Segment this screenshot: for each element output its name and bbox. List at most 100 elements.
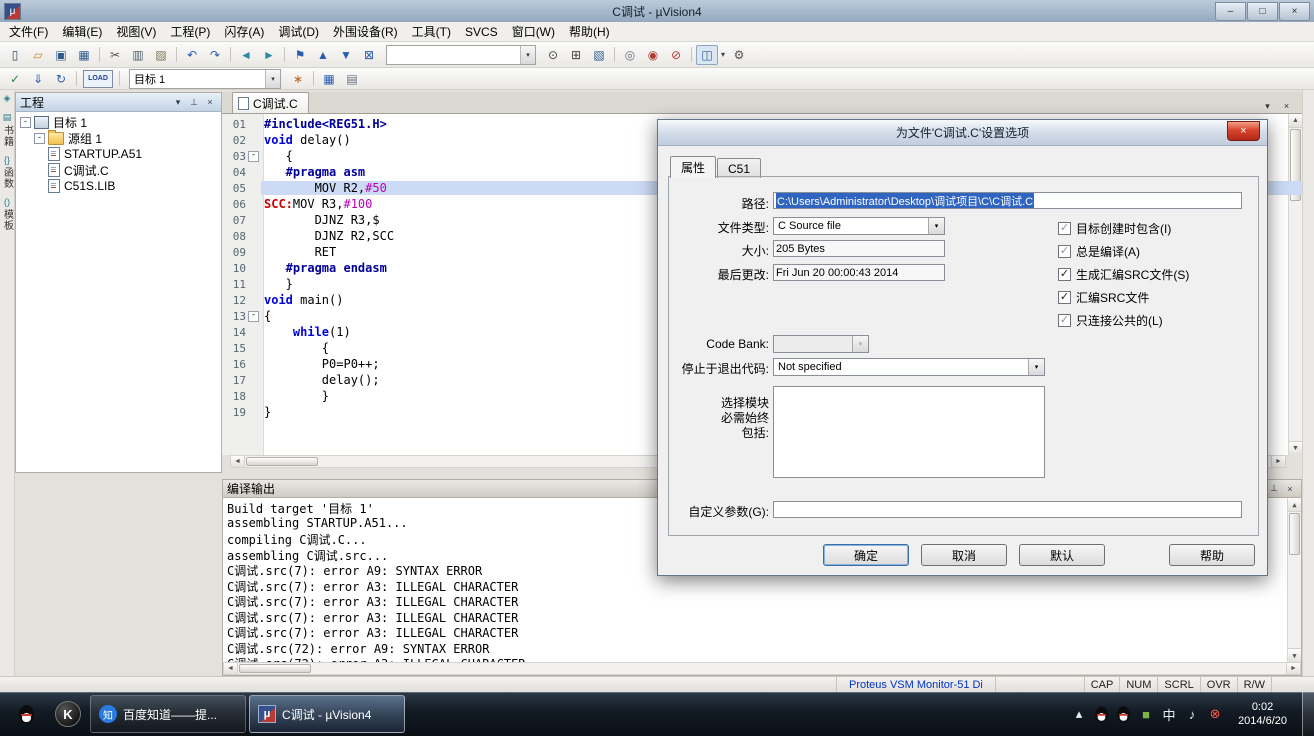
show-desktop-button[interactable] <box>1302 692 1314 736</box>
taskbar-clock[interactable]: 0:02 2014/6/20 <box>1230 700 1295 728</box>
bookmark-clear-icon[interactable]: ⊠ <box>358 45 380 65</box>
help-button[interactable]: 帮助 <box>1169 544 1255 566</box>
menu-help[interactable]: 帮助(H) <box>562 21 617 42</box>
ok-button[interactable]: 确定 <box>823 544 909 566</box>
output-vscrollbar[interactable]: ▲ ▼ <box>1287 498 1301 662</box>
chevron-down-icon[interactable]: ▾ <box>265 70 280 88</box>
scroll-thumb[interactable] <box>246 457 318 466</box>
search-combo[interactable]: ▾ <box>386 45 536 65</box>
close-tab-icon[interactable]: × <box>1279 99 1294 113</box>
start-debug-icon[interactable]: ◎ <box>619 45 641 65</box>
scroll-right-icon[interactable]: ► <box>1286 663 1300 674</box>
menu-view[interactable]: 视图(V) <box>109 21 163 42</box>
copy-icon[interactable]: ▥ <box>127 45 149 65</box>
side-tab-books[interactable]: ▤书籍 <box>0 112 15 147</box>
side-tab-functions[interactable]: {}函数 <box>0 155 15 189</box>
checkbox-icon[interactable]: ✓ <box>1058 268 1071 281</box>
checkbox-always-build[interactable]: ✓总是编译(A) <box>1058 243 1140 260</box>
minimize-button[interactable]: – <box>1215 2 1246 21</box>
fold-toggle-icon[interactable]: - <box>248 311 259 322</box>
tab-properties[interactable]: 属性 <box>670 156 716 178</box>
menu-file[interactable]: 文件(F) <box>2 21 55 42</box>
dialog-titlebar[interactable]: 为文件'C调试.C'设置选项 × <box>658 120 1267 146</box>
options-for-target-icon[interactable]: ∗ <box>287 69 309 89</box>
output-line[interactable]: C调试.src(7): error A3: ILLEGAL CHARACTER <box>227 593 1297 609</box>
file-type-combo[interactable]: C Source file ▾ <box>773 217 945 235</box>
bookmark-icon[interactable]: ⚑ <box>289 45 311 65</box>
status-toggle-num[interactable]: NUM <box>1119 677 1157 693</box>
output-hscrollbar[interactable]: ◄ ► <box>223 662 1301 675</box>
checkbox-icon[interactable]: ✓ <box>1058 222 1071 235</box>
menu-debug[interactable]: 调试(D) <box>271 21 326 42</box>
manage-project-items-icon[interactable]: ▦ <box>318 69 340 89</box>
checkbox-icon[interactable]: ✓ <box>1058 291 1071 304</box>
misc-tray-icon[interactable]: ■ <box>1138 707 1154 722</box>
panel-menu-icon[interactable]: ▾ <box>171 96 185 109</box>
scroll-thumb[interactable] <box>1289 513 1300 555</box>
undo-icon[interactable]: ↶ <box>181 45 203 65</box>
menu-flash[interactable]: 闪存(A) <box>217 21 271 42</box>
checkbox-include-in-build[interactable]: ✓目标创建时包含(I) <box>1058 220 1171 237</box>
configure-icon[interactable]: ⚙ <box>728 45 750 65</box>
tab-list-dropdown-icon[interactable]: ▾ <box>1260 99 1275 113</box>
cancel-button[interactable]: 取消 <box>921 544 1007 566</box>
bookmark-prev-icon[interactable]: ▲ <box>312 45 334 65</box>
status-toggle-ovr[interactable]: OVR <box>1200 677 1237 693</box>
pin-icon[interactable]: ⊥ <box>187 96 201 109</box>
paste-icon[interactable]: ▨ <box>150 45 172 65</box>
scroll-down-icon[interactable]: ▼ <box>1289 441 1302 455</box>
menu-window[interactable]: 窗口(W) <box>505 21 562 42</box>
checkbox-icon[interactable]: ✓ <box>1058 245 1071 258</box>
download-flash-icon[interactable]: LOAD <box>83 70 113 88</box>
path-field[interactable]: C:\Users\Administrator\Desktop\调试项目\C\C调… <box>773 192 1242 209</box>
find-in-files-icon[interactable]: ⊞ <box>565 45 587 65</box>
show-hidden-icons-icon[interactable]: ▴ <box>1071 706 1087 722</box>
dialog-close-button[interactable]: × <box>1227 121 1260 141</box>
tree-item-cdebug-c[interactable]: C调试.C <box>16 162 221 178</box>
scroll-up-icon[interactable]: ▲ <box>1288 498 1301 512</box>
defaults-button[interactable]: 默认 <box>1019 544 1105 566</box>
stop-exit-combo[interactable]: Not specified ▾ <box>773 358 1045 376</box>
tree-item-sourcegroup1[interactable]: -源组 1 <box>16 130 221 146</box>
menu-peripherals[interactable]: 外围设备(R) <box>326 21 405 42</box>
scroll-down-icon[interactable]: ▼ <box>1288 648 1301 662</box>
menu-edit[interactable]: 编辑(E) <box>55 21 109 42</box>
qq-tray-icon-2[interactable] <box>1117 706 1130 721</box>
output-line[interactable]: C调试.src(7): error A3: ILLEGAL CHARACTER <box>227 609 1297 625</box>
close-icon[interactable]: × <box>1283 482 1297 495</box>
select-modules-textarea[interactable] <box>773 386 1045 478</box>
nav-forward-icon[interactable]: ► <box>258 45 280 65</box>
side-tab-templates[interactable]: ()模板 <box>0 197 15 231</box>
taskbar-uvision-button[interactable]: μC调试 - µVision4 <box>249 695 405 733</box>
target-select-combo[interactable]: 目标 1▾ <box>129 69 281 89</box>
scroll-left-icon[interactable]: ◄ <box>224 663 238 674</box>
build-icon[interactable]: ⇓ <box>27 69 49 89</box>
tree-expander-icon[interactable]: - <box>20 117 31 128</box>
side-tab-project[interactable]: ◈ <box>4 93 11 104</box>
titlebar[interactable]: μ C调试 - µVision4 – □ × <box>0 0 1314 22</box>
close-icon[interactable]: × <box>203 96 217 109</box>
close-button[interactable]: × <box>1279 2 1310 21</box>
checkbox-link-publics-only[interactable]: ✓只连接公共的(L) <box>1058 312 1163 329</box>
status-toggle-scrl[interactable]: SCRL <box>1157 677 1199 693</box>
status-toggle-cap[interactable]: CAP <box>1084 677 1120 693</box>
output-line[interactable]: C调试.src(7): error A3: ILLEGAL CHARACTER <box>227 578 1297 594</box>
incremental-find-icon[interactable]: ▧ <box>588 45 610 65</box>
maximize-button[interactable]: □ <box>1247 2 1278 21</box>
editor-tab[interactable]: C调试.C <box>232 92 309 113</box>
bookmark-next-icon[interactable]: ▼ <box>335 45 357 65</box>
stopped-tray-icon[interactable]: ⊗ <box>1207 706 1223 722</box>
tree-expander-icon[interactable]: - <box>34 133 45 144</box>
translate-icon[interactable]: ✓ <box>4 69 26 89</box>
tree-item-target1[interactable]: -目标 1 <box>16 114 221 130</box>
rebuild-icon[interactable]: ↻ <box>50 69 72 89</box>
output-line[interactable]: C调试.src(72): error A9: SYNTAX ERROR <box>227 640 1297 656</box>
chevron-down-icon[interactable]: ▾ <box>1028 359 1044 375</box>
redo-icon[interactable]: ↷ <box>204 45 226 65</box>
chevron-down-icon[interactable]: ▾ <box>520 46 535 64</box>
save-all-icon[interactable]: ▦ <box>73 45 95 65</box>
volume-tray-icon[interactable]: ♪ <box>1184 707 1200 722</box>
tree-item-c51s-lib[interactable]: C51S.LIB <box>16 178 221 194</box>
qq-tray-icon[interactable] <box>1095 706 1108 721</box>
scroll-right-icon[interactable]: ► <box>1271 456 1285 467</box>
